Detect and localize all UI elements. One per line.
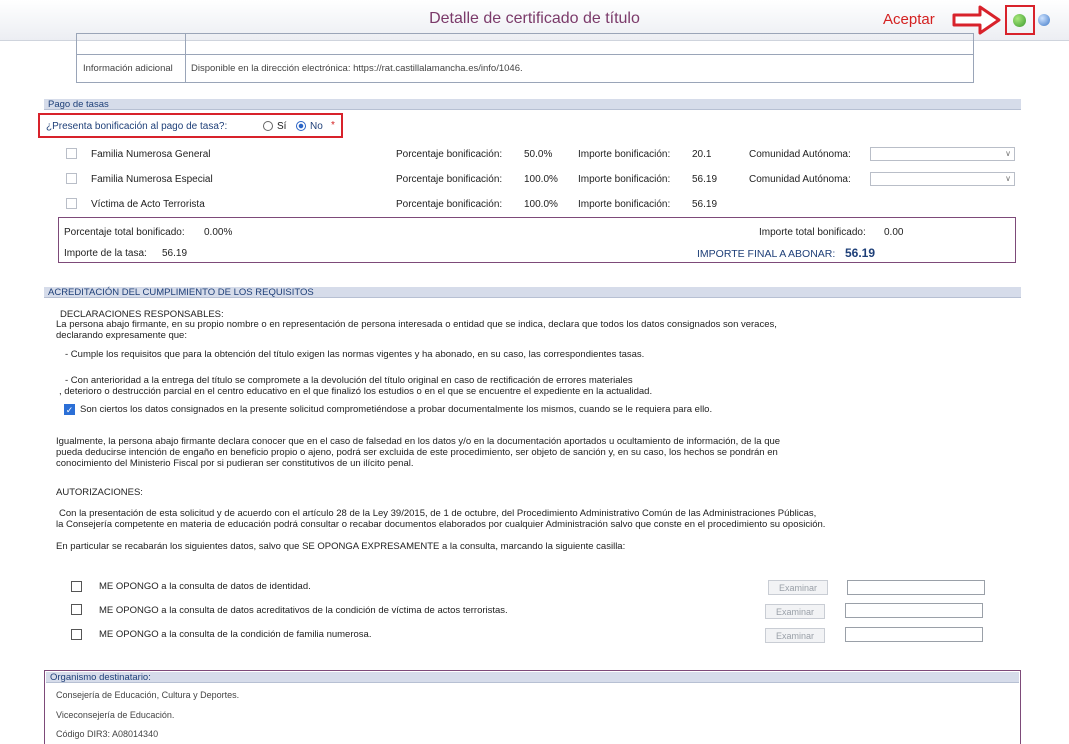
file-input[interactable] <box>845 603 983 618</box>
particular-text: En particular se recabarán los siguiente… <box>56 541 626 552</box>
pct-total-label: Porcentaje total bonificado: <box>64 227 185 238</box>
chevron-down-icon: ∨ <box>1005 174 1011 183</box>
declaracion-item: , deterioro o destrucción parcial en el … <box>59 386 653 397</box>
row-label: Familia Numerosa General <box>91 149 211 160</box>
chevron-down-icon: ∨ <box>1005 149 1011 158</box>
organismo-line: Consejería de Educación, Cultura y Depor… <box>56 690 240 700</box>
info-table <box>76 33 974 83</box>
arrow-right-icon <box>952 5 1001 35</box>
pct-value: 100.0% <box>524 174 558 185</box>
final-value: 56.19 <box>845 246 876 260</box>
organismo-line: Viceconsejería de Educación. <box>56 710 175 720</box>
accept-annotation-label: Aceptar <box>883 11 935 28</box>
radio-si-label: Sí <box>277 121 287 132</box>
table-divider <box>77 54 973 55</box>
oponer-label: ME OPONGO a la consulta de datos acredit… <box>99 605 508 616</box>
pct-value: 50.0% <box>524 149 553 160</box>
row-label: Víctima de Acto Terrorista <box>91 199 205 210</box>
checkbox-datos-ciertos[interactable]: ✓ <box>64 404 75 415</box>
info-label: Información adicional <box>83 63 173 74</box>
examinar-button[interactable]: Examinar <box>765 628 825 643</box>
organismo-line: Código DIR3: A08014340 <box>56 729 159 739</box>
section-header-acreditacion: ACREDITACIÓN DEL CUMPLIMIENTO DE LOS REQ… <box>44 287 1021 298</box>
radio-no[interactable] <box>296 121 306 131</box>
oponer-label: ME OPONGO a la consulta de la condición … <box>99 629 372 640</box>
pct-value: 100.0% <box>524 199 558 210</box>
checkbox-oponer-familia[interactable] <box>71 629 82 640</box>
checkbox-familia-especial[interactable] <box>66 173 77 184</box>
pct-label: Porcentaje bonificación: <box>396 149 503 160</box>
checkbox-oponer-victima[interactable] <box>71 604 82 615</box>
declaracion-item: - Cumple los requisitos que para la obte… <box>65 349 645 360</box>
tasa-value: 56.19 <box>162 248 188 259</box>
autorizaciones-title: AUTORIZACIONES: <box>56 487 143 498</box>
checkbox-familia-general[interactable] <box>66 148 77 159</box>
autorizaciones-text: Con la presentación de esta solicitud y … <box>59 508 817 519</box>
checkbox-victima-terrorista[interactable] <box>66 198 77 209</box>
checkbox-oponer-identidad[interactable] <box>71 581 82 592</box>
igualmente-text: conocimiento del Ministerio Fiscal por s… <box>56 458 414 469</box>
radio-no-label: No <box>310 121 323 132</box>
pct-label: Porcentaje bonificación: <box>396 174 503 185</box>
ca-label: Comunidad Autónoma: <box>749 174 851 185</box>
datos-ciertos-label: Son ciertos los datos consignados en la … <box>80 404 713 415</box>
imp-value: 56.19 <box>692 199 718 210</box>
imp-total-value: 0.00 <box>884 227 904 238</box>
final-label: IMPORTE FINAL A ABONAR: <box>697 248 836 260</box>
autorizaciones-text: la Consejería competente en materia de e… <box>56 519 826 530</box>
declaraciones-text: declarando expresamente que: <box>56 330 187 341</box>
section-header-organismo: Organismo destinatario: <box>46 672 1019 683</box>
declaracion-item: - Con anterioridad a la entrega del títu… <box>65 375 633 386</box>
required-mark: * <box>331 120 335 131</box>
table-divider <box>185 34 186 82</box>
declaraciones-text: La persona abajo firmante, en su propio … <box>56 319 777 330</box>
igualmente-text: pueda deducirse intención de engaño en b… <box>56 447 778 458</box>
bonificacion-question: ¿Presenta bonificación al pago de tasa?: <box>46 121 228 132</box>
help-circle-icon[interactable] <box>1038 14 1050 26</box>
examinar-button[interactable]: Examinar <box>768 580 828 595</box>
imp-label: Importe bonificación: <box>578 199 671 210</box>
row-label: Familia Numerosa Especial <box>91 174 213 185</box>
section-header-pago: Pago de tasas <box>44 99 1021 110</box>
examinar-button[interactable]: Examinar <box>765 604 825 619</box>
file-input[interactable] <box>847 580 985 595</box>
imp-value: 20.1 <box>692 149 712 160</box>
radio-si[interactable] <box>263 121 273 131</box>
comunidad-select[interactable]: ∨ <box>870 172 1015 186</box>
check-circle-icon[interactable] <box>1013 14 1026 27</box>
ca-label: Comunidad Autónoma: <box>749 149 851 160</box>
imp-label: Importe bonificación: <box>578 174 671 185</box>
pct-total-value: 0.00% <box>204 227 233 238</box>
pct-label: Porcentaje bonificación: <box>396 199 503 210</box>
info-value: Disponible en la dirección electrónica: … <box>191 63 523 74</box>
igualmente-text: Igualmente, la persona abajo firmante de… <box>56 436 781 447</box>
imp-value: 56.19 <box>692 174 718 185</box>
oponer-label: ME OPONGO a la consulta de datos de iden… <box>99 581 311 592</box>
imp-label: Importe bonificación: <box>578 149 671 160</box>
imp-total-label: Importe total bonificado: <box>759 227 866 238</box>
file-input[interactable] <box>845 627 983 642</box>
comunidad-select[interactable]: ∨ <box>870 147 1015 161</box>
tasa-label: Importe de la tasa: <box>64 248 147 259</box>
